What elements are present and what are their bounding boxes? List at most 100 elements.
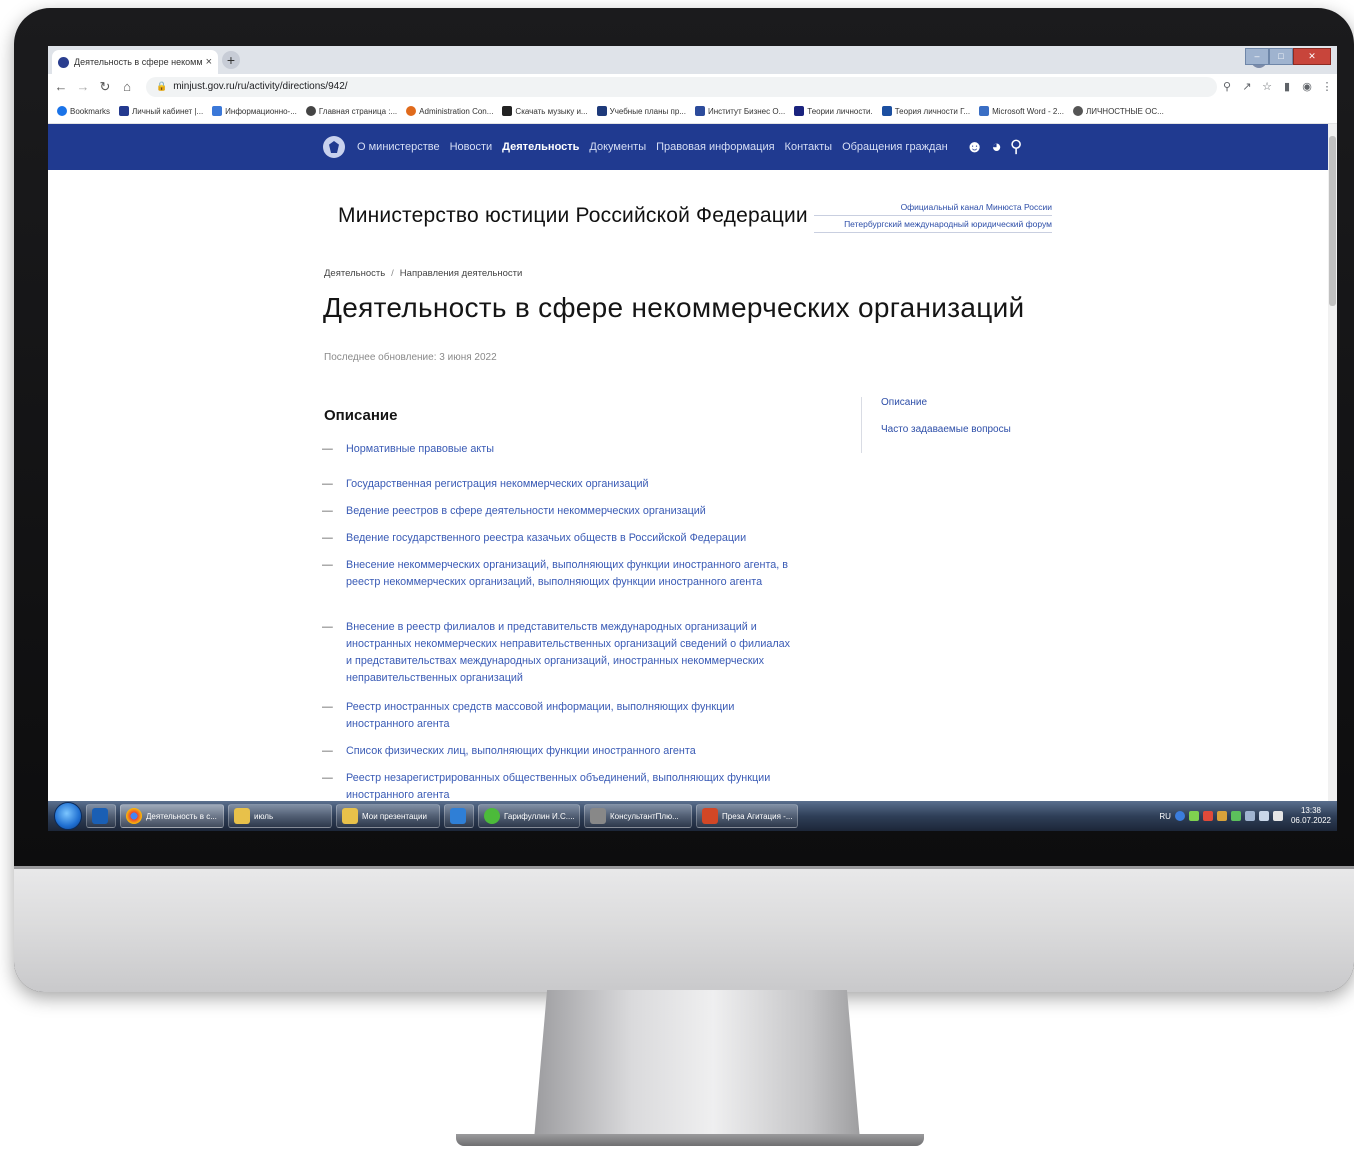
taskbar-chrome[interactable]: Деятельность в с...: [120, 804, 224, 828]
start-button[interactable]: [54, 802, 82, 830]
site-navigation: О министерстве Новости Деятельность Доку…: [48, 124, 1328, 170]
home-icon[interactable]: ⌂: [118, 79, 136, 94]
bookmark-item[interactable]: Информационно-...: [212, 106, 297, 116]
bookmark-item[interactable]: Теории личности.: [794, 106, 873, 116]
reload-icon[interactable]: ↻: [96, 79, 114, 95]
list-item[interactable]: — Реестр иностранных средств массовой инф…: [322, 699, 798, 733]
list-item[interactable]: — Внесение некоммерческих организаций, вы…: [322, 557, 798, 591]
monitor-base: [456, 1134, 924, 1146]
taskbar-player[interactable]: [444, 804, 474, 828]
nav-legal-info[interactable]: Правовая информация: [656, 141, 774, 153]
psi-icon: [881, 106, 892, 116]
toc-faq-link[interactable]: Часто задаваемые вопросы: [881, 424, 1011, 435]
bookmark-favicon-icon: [305, 106, 316, 116]
minimize-icon[interactable]: –: [1245, 48, 1269, 65]
close-window-icon[interactable]: ✕: [1293, 48, 1331, 65]
emblem-logo-icon[interactable]: [323, 136, 345, 158]
new-tab-button[interactable]: +: [222, 51, 240, 69]
nav-appeals[interactable]: Обращения граждан: [842, 141, 948, 153]
bookmark-favicon-icon: [1072, 106, 1083, 116]
tab-title: Деятельность в сфере некомм: [74, 57, 203, 67]
bookmark-item[interactable]: Скачать музыку и...: [502, 106, 588, 116]
language-indicator[interactable]: RU: [1159, 812, 1171, 821]
url-input[interactable]: 🔒 minjust.gov.ru/ru/activity/directions/…: [146, 76, 1217, 97]
official-channel-link[interactable]: Официальный канал Минюста России: [814, 199, 1052, 216]
tray-app-icon[interactable]: [1216, 811, 1227, 821]
powerpoint-icon: [702, 808, 718, 824]
taskbar-chat[interactable]: Гарифуллин И.С....: [478, 804, 580, 828]
music-icon: [502, 106, 513, 116]
eye-icon[interactable]: ◕: [992, 137, 1002, 157]
screen: Деятельность в сфере некомм × + ▾ – □ ✕ …: [48, 46, 1337, 831]
bookmark-item[interactable]: ЛИЧНОСТНЫЕ ОС...: [1072, 106, 1164, 116]
zoom-icon[interactable]: ⚲: [1217, 80, 1237, 93]
tray-app-icon[interactable]: [1230, 811, 1241, 821]
chat-icon: [484, 808, 500, 824]
nav-news[interactable]: Новости: [450, 141, 493, 153]
bookmark-favicon-icon: [406, 106, 417, 116]
bookmark-item[interactable]: Личный кабинет |...: [119, 106, 203, 116]
bookmark-item[interactable]: Главная страница :...: [305, 106, 397, 116]
list-item[interactable]: — Государственная регистрация некоммерчес…: [322, 476, 798, 493]
side-panel-icon[interactable]: ▮: [1277, 80, 1297, 93]
address-bar: ← → ↻ ⌂ 🔒 minjust.gov.ru/ru/activity/dir…: [48, 74, 1337, 99]
list-item[interactable]: — Список физических лиц, выполняющих функ…: [322, 743, 798, 760]
list-item[interactable]: — Реестр незарегистрированных общественны…: [322, 770, 798, 801]
nav-contacts[interactable]: Контакты: [785, 141, 833, 153]
scrollbar-thumb[interactable]: [1329, 136, 1336, 306]
tray-app-icon[interactable]: [1244, 811, 1255, 821]
share-icon[interactable]: ↗: [1237, 80, 1257, 93]
star-bookmarks-icon: [57, 106, 67, 116]
taskbar-powerpoint[interactable]: Преза Агитация -...: [696, 804, 798, 828]
tab-close-icon[interactable]: ×: [206, 56, 212, 68]
menu-icon[interactable]: ⋮: [1317, 80, 1337, 93]
maximize-icon[interactable]: □: [1269, 48, 1293, 65]
breadcrumb-directions[interactable]: Направления деятельности: [400, 268, 522, 279]
forward-icon[interactable]: →: [74, 79, 92, 94]
taskbar-consultant[interactable]: КонсультантПлю...: [584, 804, 692, 828]
back-icon[interactable]: ←: [52, 79, 70, 94]
profile-icon[interactable]: ◉: [1297, 80, 1317, 93]
bookmark-item[interactable]: Administration Con...: [406, 106, 493, 116]
last-updated: Последнее обновление: 3 июня 2022: [324, 352, 497, 363]
taskbar-outlook[interactable]: [86, 804, 116, 828]
tab-strip: Деятельность в сфере некомм × + ▾ – □ ✕: [48, 46, 1337, 74]
tray-app-icon[interactable]: [1202, 811, 1213, 821]
consultant-icon: [590, 808, 606, 824]
breadcrumb-separator: /: [391, 268, 394, 279]
nav-activity[interactable]: Деятельность: [502, 141, 579, 153]
list-item[interactable]: — Ведение реестров в сфере деятельности н…: [322, 503, 798, 520]
search-icon[interactable]: ⚲: [1010, 137, 1022, 157]
bookmark-favicon-icon: [794, 106, 805, 116]
bookmark-favicon-icon: [694, 106, 705, 116]
bookmark-item[interactable]: Microsoft Word - 2...: [979, 106, 1064, 116]
window-controls: – □ ✕: [1245, 48, 1331, 65]
taskbar-folder-july[interactable]: июль: [228, 804, 332, 828]
clock[interactable]: 13:38 06.07.2022: [1291, 806, 1331, 826]
help-icon[interactable]: [1174, 811, 1185, 821]
list-item[interactable]: — Внесение в реестр филиалов и представит…: [322, 619, 798, 687]
browser-tab[interactable]: Деятельность в сфере некомм ×: [52, 50, 218, 74]
tray-app-icon[interactable]: [1188, 811, 1199, 821]
legal-forum-link[interactable]: Петербургский международный юридический …: [814, 216, 1052, 233]
bookmark-item[interactable]: Институт Бизнес О...: [694, 106, 785, 116]
bookmark-item[interactable]: Учебные планы пр...: [596, 106, 686, 116]
bookmark-item[interactable]: Bookmarks: [57, 106, 110, 116]
toc-description-link[interactable]: Описание: [881, 397, 1011, 408]
list-item[interactable]: — Нормативные правовые акты: [322, 441, 798, 458]
table-of-contents: Описание Часто задаваемые вопросы: [861, 397, 1011, 453]
breadcrumb-activity[interactable]: Деятельность: [324, 268, 385, 279]
nav-documents[interactable]: Документы: [589, 141, 646, 153]
volume-icon[interactable]: [1272, 811, 1283, 821]
network-icon[interactable]: [1258, 811, 1269, 821]
nav-about[interactable]: О министерстве: [357, 141, 440, 153]
bookmark-item[interactable]: Теория личности Г...: [881, 106, 970, 116]
site-favicon-icon: [58, 56, 69, 68]
star-icon[interactable]: ☆: [1257, 80, 1277, 93]
taskbar-folder-presentations[interactable]: Мои презентации: [336, 804, 440, 828]
user-icon[interactable]: ☻: [966, 137, 984, 157]
monitor-stand: [534, 990, 860, 1140]
list-item[interactable]: — Ведение государственного реестра казачь…: [322, 530, 798, 547]
folder-icon: [342, 808, 358, 824]
page-scrollbar[interactable]: [1328, 124, 1337, 801]
